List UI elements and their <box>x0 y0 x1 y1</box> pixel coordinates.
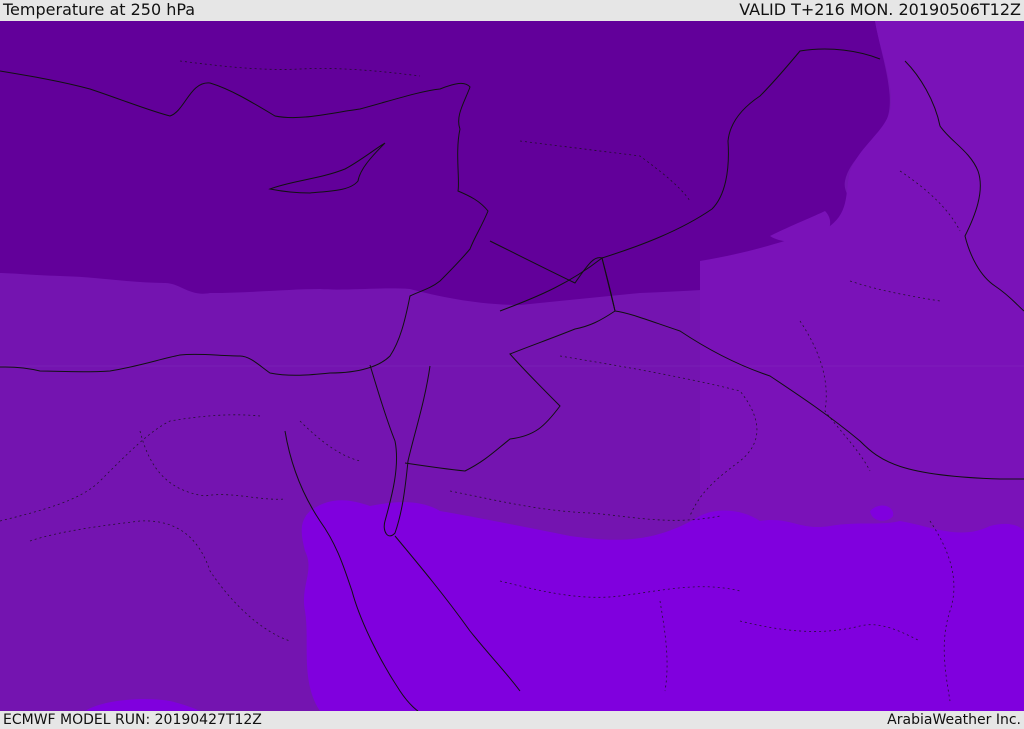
map-canvas <box>0 21 1024 711</box>
map-title: Temperature at 250 hPa <box>3 0 196 19</box>
model-run: ECMWF MODEL RUN: 20190427T12Z <box>3 712 262 728</box>
temperature-map[interactable] <box>0 21 1024 711</box>
credit-text: ArabiaWeather Inc. <box>887 712 1021 728</box>
footer-bar: ECMWF MODEL RUN: 20190427T12Z ArabiaWeat… <box>0 711 1024 729</box>
valid-time: VALID T+216 MON. 20190506T12Z <box>739 0 1021 19</box>
header-bar: Temperature at 250 hPa VALID T+216 MON. … <box>0 0 1024 21</box>
